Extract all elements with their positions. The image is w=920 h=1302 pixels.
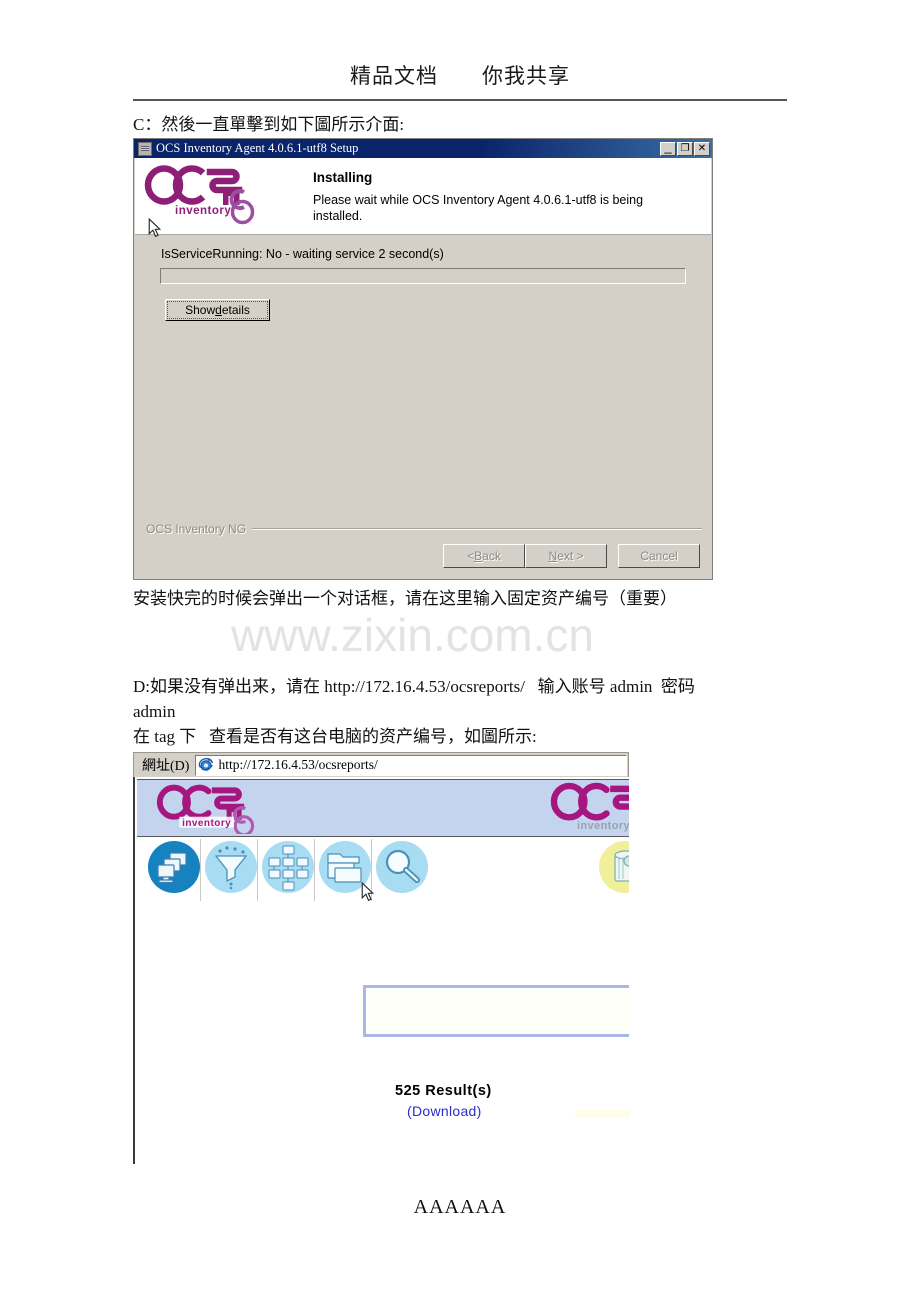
- page-header-left: 精品文档: [350, 64, 438, 88]
- download-link[interactable]: (Download): [407, 1103, 482, 1119]
- installer-progress-bar: [160, 268, 686, 284]
- toolbar-icon-filter[interactable]: [202, 839, 258, 901]
- paragraph-d-line2: admin: [133, 702, 176, 721]
- installer-subheading: Please wait while OCS Inventory Agent 4.…: [313, 193, 644, 223]
- back-button[interactable]: < Back: [443, 544, 525, 568]
- installer-branding-label: OCS Inventory NG: [146, 522, 247, 536]
- back-label-post: ack: [482, 549, 501, 563]
- address-bar-label: 網址(D): [142, 759, 190, 774]
- computers-icon: [157, 852, 187, 884]
- result-count-label: 525 Result(s): [395, 1083, 492, 1099]
- close-icon: ✕: [697, 142, 707, 154]
- installer-branding-row: OCS Inventory NG: [146, 522, 702, 536]
- back-label-pre: <: [467, 549, 475, 563]
- paragraph-c: C：然後一直單擊到如下圖所示介面:: [133, 115, 405, 134]
- back-label-accel: B: [474, 549, 483, 563]
- browser-screenshot: 網址(D) http://172.16.4.53/ocsreports/ inv…: [133, 752, 629, 1164]
- show-details-label-post: etails: [221, 303, 250, 317]
- footer-text: AAAAAA: [413, 1196, 507, 1218]
- toolbar-icon-partial[interactable]: [593, 839, 629, 901]
- next-button[interactable]: Next >: [525, 544, 607, 568]
- close-button[interactable]: ✕: [694, 141, 710, 156]
- cancel-button[interactable]: Cancel: [618, 544, 700, 568]
- minimize-button[interactable]: _: [660, 138, 676, 156]
- browser-address-bar: 網址(D) http://172.16.4.53/ocsreports/: [133, 752, 629, 777]
- address-url-text: http://172.16.4.53/ocsreports/: [218, 757, 378, 772]
- magnifier-search-icon: [385, 849, 420, 883]
- toolbar-icon-network[interactable]: [259, 839, 315, 901]
- show-details-label-accel: d: [215, 303, 222, 317]
- network-tree-icon: [268, 845, 309, 891]
- page-header: 精品文档 你我共享: [133, 60, 787, 100]
- browser-viewport: inventory inventory 525 Result(s) (Downl…: [133, 777, 629, 1164]
- maximize-button[interactable]: ❐: [677, 141, 693, 156]
- barrel-icon: [614, 850, 629, 882]
- ocs-inventory-banner-logo: inventory: [156, 784, 255, 834]
- search-input-box[interactable]: [363, 985, 629, 1037]
- internet-explorer-icon: [199, 757, 214, 771]
- show-details-button-inner: Show d etails: [167, 301, 268, 319]
- installer-titlebar[interactable]: OCS Inventory Agent 4.0.6.1-utf8 Setup _…: [134, 139, 712, 158]
- show-details-label-pre: Show: [185, 303, 216, 317]
- installer-branding-rule: [252, 528, 702, 530]
- ocs-inventory-banner-logo-right: inventory: [550, 782, 629, 832]
- installer-heading: Installing: [313, 170, 373, 185]
- installer-button-row: < Back Next > Cancel: [443, 544, 700, 568]
- setup-app-icon: [138, 141, 152, 156]
- svg-text:inventory: inventory: [182, 818, 231, 829]
- header-divider: [133, 99, 787, 101]
- funnel-filter-icon: [214, 846, 248, 890]
- toolbar-icon-computers[interactable]: [145, 839, 201, 901]
- minimize-icon: _: [664, 138, 672, 154]
- ocs-toolbar: [137, 839, 629, 903]
- toolbar-icon-groups[interactable]: [316, 839, 372, 901]
- cancel-label: Cancel: [640, 549, 678, 563]
- viewport-artifact: [575, 1110, 629, 1118]
- svg-text:inventory: inventory: [577, 820, 629, 832]
- installer-window-title: OCS Inventory Agent 4.0.6.1-utf8 Setup: [156, 141, 359, 155]
- svg-text:inventory: inventory: [175, 205, 231, 217]
- installer-status-text: IsServiceRunning: No - waiting service 2…: [161, 247, 444, 261]
- paragraph-tag: 在 tag 下 查看是否有这台电脑的资产编号，如圖所示:: [133, 727, 537, 746]
- show-details-button[interactable]: Show d etails: [165, 299, 270, 321]
- ocs-banner: inventory inventory: [137, 779, 629, 837]
- page-header-right: 你我共享: [482, 64, 570, 88]
- paragraph-d-line1: D:如果没有弹出来，请在 http://172.16.4.53/ocsrepor…: [133, 677, 695, 696]
- installer-header-panel: inventory Installing Please wait while O…: [135, 158, 711, 235]
- address-input[interactable]: http://172.16.4.53/ocsreports/: [195, 754, 627, 776]
- next-label-post: ext >: [557, 549, 584, 563]
- site-watermark: www.zixin.com.cn: [231, 609, 594, 661]
- toolbar-icon-search[interactable]: [373, 839, 429, 901]
- stacked-windows-icon: [327, 853, 362, 883]
- ocs-inventory-logo: inventory: [144, 165, 255, 225]
- maximize-icon: ❐: [680, 142, 690, 154]
- next-label-accel: N: [548, 549, 558, 563]
- installer-window: OCS Inventory Agent 4.0.6.1-utf8 Setup _…: [133, 138, 713, 580]
